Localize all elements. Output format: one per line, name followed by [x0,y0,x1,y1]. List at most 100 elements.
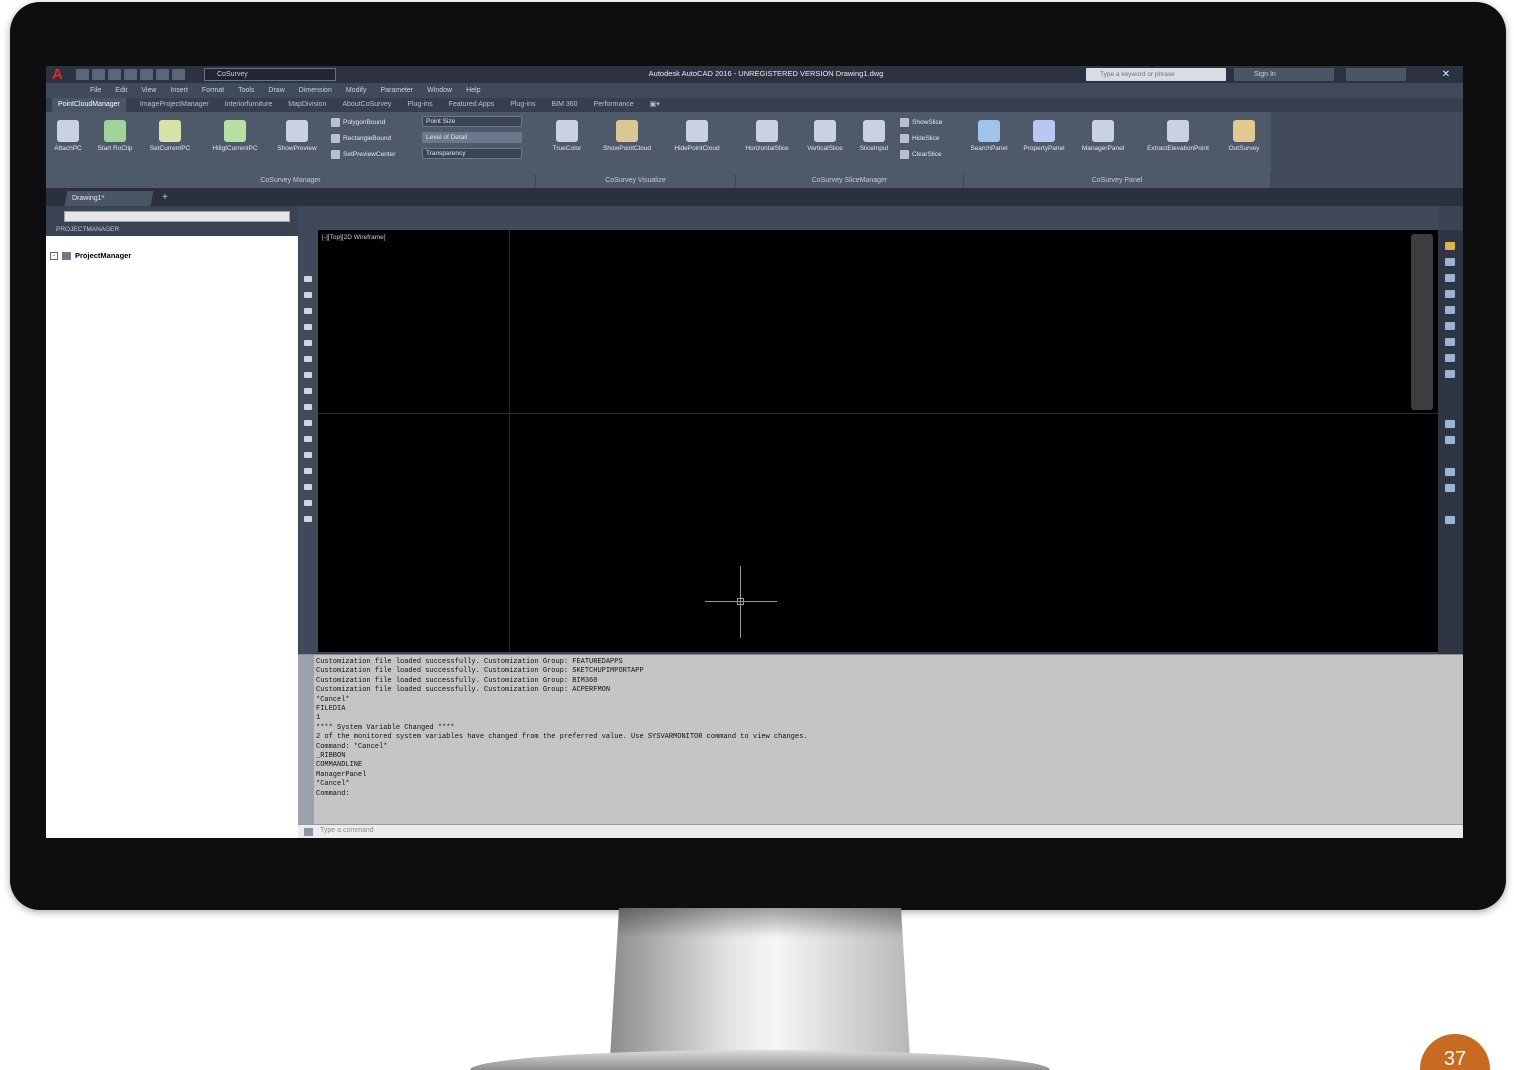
spline-icon[interactable] [304,372,312,378]
searchpanel-button[interactable]: SearchPanel [964,120,1014,152]
level-of-detail-slider[interactable]: Level of Detail [422,132,522,143]
block-icon[interactable] [304,404,312,410]
sign-in-button[interactable]: Sign In [1234,68,1334,81]
copy-icon[interactable] [1445,258,1455,266]
navigation-bar[interactable] [1411,234,1433,410]
menu-item[interactable]: Parameter [380,87,413,94]
pencil-icon[interactable] [1445,242,1455,250]
polyline-icon[interactable] [304,292,312,298]
stretch-icon[interactable] [1445,370,1455,378]
save-icon[interactable] [108,69,121,80]
circle-icon[interactable] [304,356,312,362]
move-icon[interactable] [1445,322,1455,330]
project-search-input[interactable] [64,211,290,222]
save-as-icon[interactable] [124,69,137,80]
tab-aboutcosurvey[interactable]: AboutCoSurvey [340,98,393,112]
line-icon[interactable] [304,276,312,282]
rotate-icon[interactable] [1445,338,1455,346]
tab-performance[interactable]: Performance [592,98,636,112]
menu-item[interactable]: Tools [238,87,254,94]
multiline-text-icon[interactable] [304,500,312,506]
command-line-grip[interactable] [298,655,314,825]
tab-bim360[interactable]: BIM 360 [550,98,580,112]
redo-icon[interactable] [172,69,185,80]
explode-icon[interactable] [1445,516,1455,524]
autocad-logo-icon[interactable]: A [52,67,68,83]
help-controls[interactable] [1346,68,1406,81]
sliceinput-button[interactable]: SliceInput [852,120,896,152]
managerpanel-button[interactable]: ManagerPanel [1074,120,1132,152]
menu-item[interactable]: Modify [346,87,367,94]
showpreview-button[interactable]: ShowPreview [272,120,322,152]
menu-item[interactable]: Format [202,87,224,94]
table-icon[interactable] [304,484,312,490]
tab-plugins-2[interactable]: Plug-ins [508,98,537,112]
truecolor-button[interactable]: TrueColor [542,120,592,152]
polygon-icon[interactable] [304,308,312,314]
trim-icon[interactable] [1445,420,1455,428]
gradient-icon[interactable] [304,452,312,458]
outsurvey-button[interactable]: OutSurvey [1222,120,1266,152]
hiligtcurrentpc-button[interactable]: HiligtCurrentPC [202,120,268,152]
tab-featured-apps[interactable]: Featured Apps [447,98,497,112]
tab-mapdivision[interactable]: MapDivision [286,98,328,112]
arc-icon[interactable] [304,340,312,346]
drawing-canvas[interactable]: [-][Top][2D Wireframe] [318,230,1438,652]
verticalslice-button[interactable]: VerticalSlice [800,120,850,152]
fillet-icon[interactable] [1445,484,1455,492]
text-icon[interactable] [304,516,312,522]
tab-pointcloudmanager[interactable]: PointCloudManager [52,98,126,112]
ellipse-icon[interactable] [304,388,312,394]
polygonbound-button[interactable]: PolygonBound [331,116,385,128]
chamfer-icon[interactable] [1445,468,1455,476]
start-roclip-button[interactable]: Start RoClip [92,120,138,152]
undo-icon[interactable] [156,69,169,80]
menu-item[interactable]: Window [427,87,452,94]
ribbon-minimize-icon[interactable]: ▣▾ [648,98,662,112]
rectanglebound-button[interactable]: RectangleBound [331,132,391,144]
new-icon[interactable] [76,69,89,80]
mirror-icon[interactable] [1445,274,1455,282]
open-icon[interactable] [92,69,105,80]
scale-icon[interactable] [1445,354,1455,362]
menu-item[interactable]: View [141,87,156,94]
menu-item[interactable]: Draw [268,87,284,94]
horizontalslice-button[interactable]: HorizontalSlice [736,120,798,152]
attachpc-button[interactable]: AttachPC [48,120,88,152]
point-icon[interactable] [304,420,312,426]
showpointcloud-button[interactable]: ShowPointCloud [594,120,660,152]
workspace-dropdown[interactable]: CoSurvey [204,68,336,81]
extractelevationpoint-button[interactable]: ExtractElevationPoint [1136,120,1220,152]
clearslice-button[interactable]: ClearSlice [900,148,942,160]
rectangle-icon[interactable] [304,324,312,330]
tab-imageprojectmanager[interactable]: ImageProjectManager [138,98,211,112]
hidepointcloud-button[interactable]: HidePointCloud [664,120,730,152]
offset-icon[interactable] [1445,290,1455,298]
menu-item[interactable]: Edit [115,87,127,94]
setpreviewcenter-button[interactable]: SetPreviewCenter [331,148,395,160]
tab-interiorfurniture[interactable]: Interiorfurniture [223,98,274,112]
viewport-controls[interactable]: [-][Top][2D Wireframe] [322,234,386,241]
menu-item[interactable]: File [90,87,101,94]
tab-drawing1[interactable]: Drawing1* [64,191,154,206]
close-icon[interactable]: ✕ [1436,67,1456,82]
showslice-button[interactable]: ShowSlice [900,116,942,128]
menu-item[interactable]: Dimension [299,87,332,94]
hideslice-button[interactable]: HideSlice [900,132,939,144]
array-icon[interactable] [1445,306,1455,314]
collapse-icon[interactable]: - [50,251,58,260]
new-tab-icon[interactable]: + [162,192,168,203]
extend-icon[interactable] [1445,436,1455,444]
propertypanel-button[interactable]: PropertyPanel [1016,120,1072,152]
menu-item[interactable]: Help [466,87,480,94]
point-size-field[interactable]: Point Size [422,116,522,127]
command-input[interactable]: Type a command [298,824,1463,838]
region-icon[interactable] [304,468,312,474]
transparency-field[interactable]: Transparency [422,148,522,159]
search-input[interactable]: Type a keyword or phrase [1086,68,1226,81]
tab-plugins[interactable]: Plug-ins [405,98,434,112]
setcurrentpc-button[interactable]: SetCurrentPC [142,120,198,152]
hatch-icon[interactable] [304,436,312,442]
menu-item[interactable]: Insert [170,87,188,94]
print-icon[interactable] [140,69,153,80]
